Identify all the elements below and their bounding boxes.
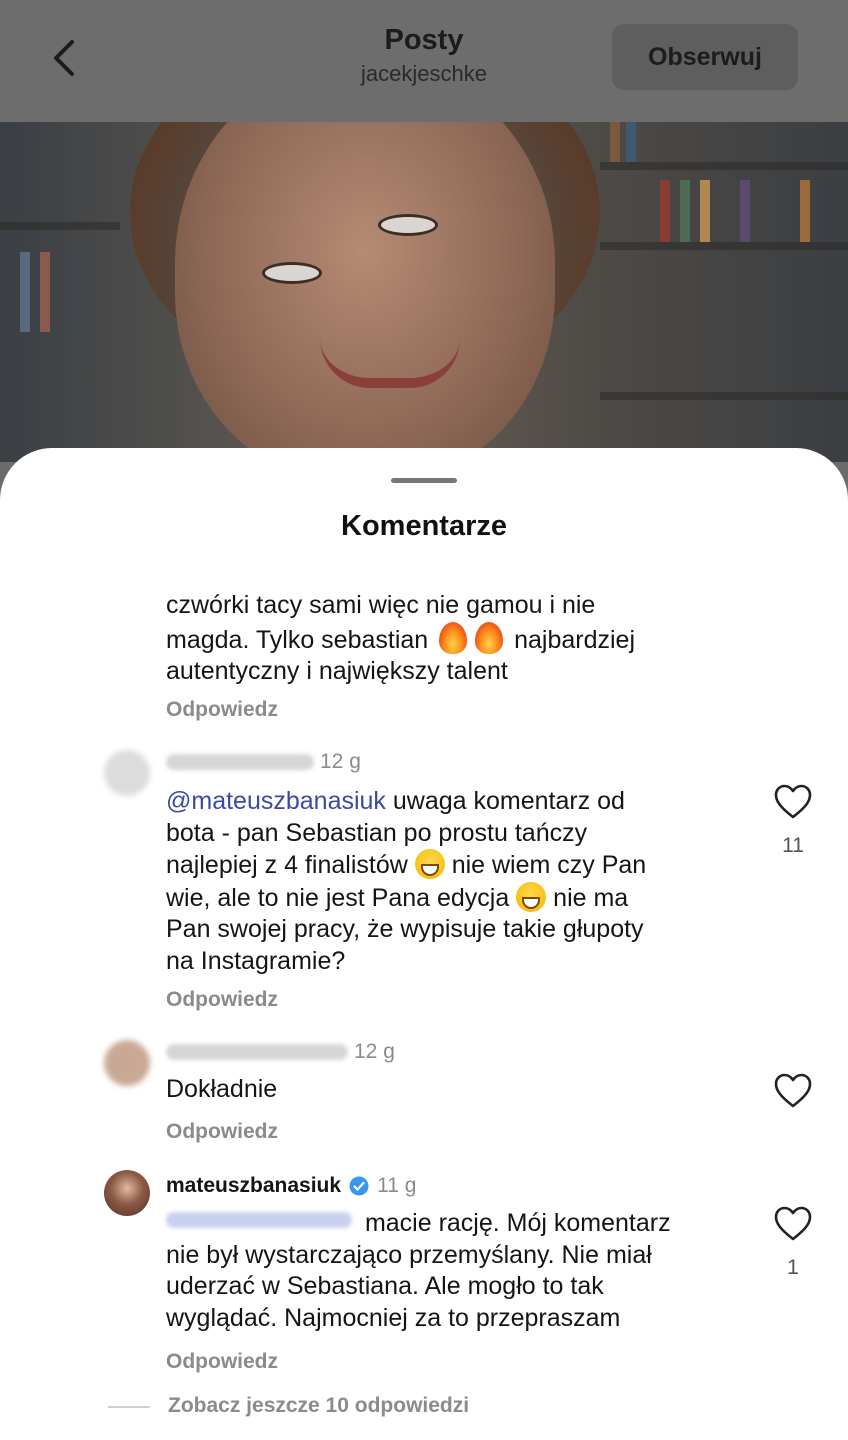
reply-button[interactable]: Odpowiedz: [166, 988, 278, 1012]
comment-text: czwórki tacy sami więc nie gamou i nie m…: [166, 591, 636, 685]
fire-emoji: [475, 621, 504, 654]
blurred-username[interactable]: [166, 754, 314, 770]
comment-text: macie rację. Mój komentarz nie był wysta…: [166, 1209, 671, 1332]
comments-list[interactable]: czwórki tacy sami więc nie gamou i nie m…: [0, 590, 848, 1440]
avatar[interactable]: [104, 750, 150, 796]
reply-button[interactable]: Odpowiedz: [166, 1350, 278, 1374]
post-photo[interactable]: [0, 122, 848, 462]
blurred-username[interactable]: [166, 1044, 348, 1060]
fire-emoji: [439, 621, 468, 654]
sheet-title: Komentarze: [341, 510, 507, 542]
avatar[interactable]: [104, 1170, 150, 1216]
comment-text: Dokładnie: [166, 1075, 278, 1103]
verified-badge-icon: [349, 1176, 369, 1196]
comment-meta: 12 g: [166, 1040, 395, 1064]
heart-icon[interactable]: [774, 1206, 812, 1242]
sheet-grabber[interactable]: [391, 478, 457, 483]
like-count[interactable]: 1: [768, 1256, 818, 1280]
mention-link[interactable]: @mateuszbanasiuk: [166, 787, 386, 815]
comment-username[interactable]: mateuszbanasiuk: [166, 1174, 341, 1198]
heart-icon[interactable]: [774, 784, 812, 820]
reply-button[interactable]: Odpowiedz: [166, 1120, 278, 1144]
view-more-replies-button[interactable]: Zobacz jeszcze 10 odpowiedzi: [168, 1394, 469, 1418]
comments-sheet: Komentarze czwórki tacy sami więc nie ga…: [0, 448, 848, 1440]
avatar[interactable]: [104, 1040, 150, 1086]
comment-meta: 12 g: [166, 750, 361, 774]
grinning-emoji: [516, 881, 547, 912]
reply-button[interactable]: Odpowiedz: [166, 698, 278, 722]
follow-button[interactable]: Obserwuj: [612, 24, 798, 90]
comment-text: @mateuszbanasiuk uwaga komentarz od bota…: [166, 787, 647, 975]
top-bar: Posty jacekjeschke Obserwuj: [0, 0, 848, 122]
grinning-emoji: [414, 849, 445, 879]
like-count[interactable]: 11: [768, 834, 818, 858]
heart-icon[interactable]: [774, 1073, 812, 1109]
comment-meta: mateuszbanasiuk 11 g: [166, 1174, 417, 1198]
blurred-mention[interactable]: [166, 1212, 352, 1228]
